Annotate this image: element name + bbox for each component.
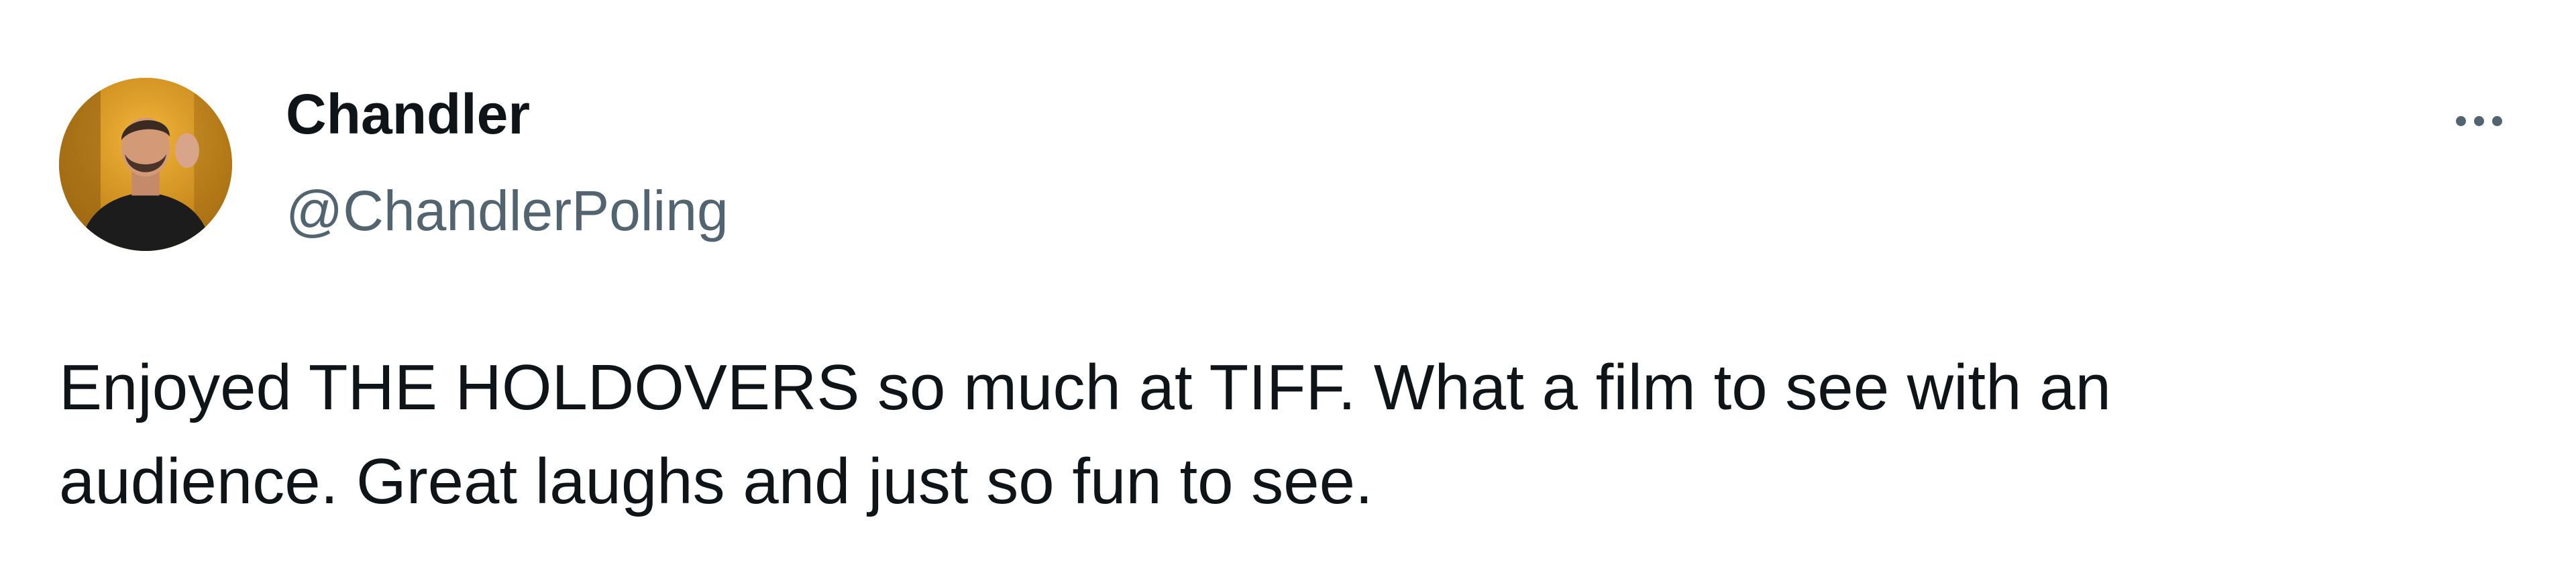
tweet-text-line: audience. Great laughs and just so fun t… bbox=[59, 446, 1373, 517]
more-horizontal-icon-dot bbox=[2473, 115, 2484, 126]
tweet-text-line: Enjoyed THE HOLDOVERS so much at TIFF. W… bbox=[59, 352, 2111, 423]
more-horizontal-icon bbox=[2455, 115, 2466, 126]
author-display-name[interactable]: Chandler bbox=[286, 86, 530, 142]
more-options-button[interactable] bbox=[2442, 101, 2516, 141]
avatar[interactable] bbox=[59, 78, 232, 251]
profile-photo-icon bbox=[59, 78, 232, 251]
more-horizontal-icon-dot bbox=[2491, 115, 2502, 126]
tweet-text: Enjoyed THE HOLDOVERS so much at TIFF. W… bbox=[59, 341, 2514, 529]
author-handle[interactable]: @ChandlerPoling bbox=[286, 183, 729, 239]
tweet-card: Chandler @ChandlerPoling Enjoyed THE HOL… bbox=[0, 0, 2576, 573]
